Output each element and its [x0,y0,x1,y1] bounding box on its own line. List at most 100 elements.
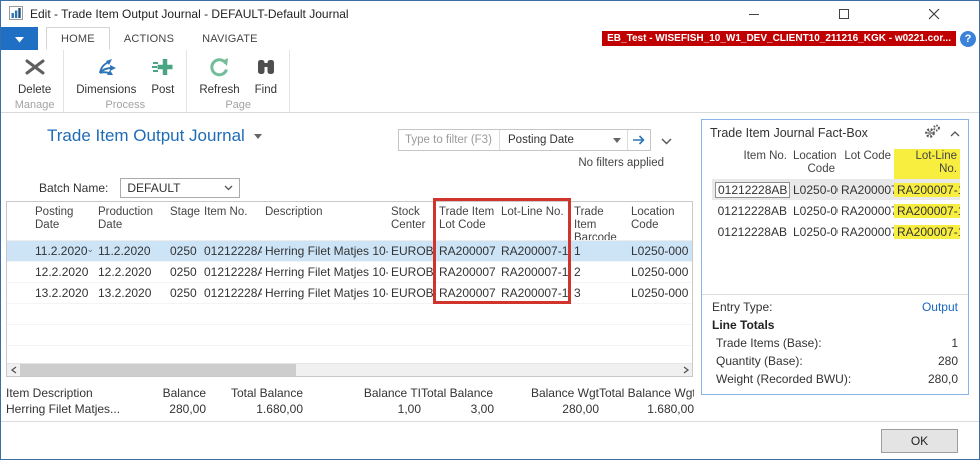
empty-row [7,304,692,325]
settings-gears-icon[interactable] [924,124,941,142]
list-item[interactable]: 01212228AB L0250-000 RA200007 RA200007-1… [712,179,960,200]
ribbon-group-page: Refresh Find Page [187,50,290,112]
col-trade-item-barcode[interactable]: Trade Item Barcode [571,206,628,240]
app-menu-button[interactable] [1,27,38,50]
ribbon-group-process: Dimensions Post Process [64,50,187,112]
list-item[interactable]: 01212228AB L0250-000 RA200007 RA200007-1… [712,221,960,242]
weight-recorded-label: Weight (Recorded BWU): [716,372,851,386]
factbox-panel: Trade Item Journal Fact-Box Item No. Loc… [701,119,969,395]
total-label: Balance Wgt [494,385,599,401]
dimensions-button[interactable]: Dimensions [69,54,143,98]
col-lot-line-no[interactable]: Lot-Line No. [498,206,571,240]
apply-filter-button[interactable] [627,130,650,150]
arrow-right-icon [633,135,646,145]
collapse-chevron-up-icon[interactable] [950,126,960,140]
filter-pane-chevron-icon[interactable] [661,134,672,148]
total-label: Total Balance Wgt [599,385,694,401]
col-item-no[interactable]: Item No. [201,206,262,240]
scroll-right-icon[interactable] [679,364,692,376]
group-label-manage: Manage [11,98,58,114]
table-row[interactable]: 12.2.2020 12.2.2020 0250 01212228AB Herr… [7,262,692,283]
post-plus-icon [152,56,174,81]
scroll-left-icon[interactable] [7,364,20,376]
total-label: Total Balance [206,385,303,401]
app-window: Edit - Trade Item Output Journal - DEFAU… [0,0,980,460]
totals-strip: Item Description Balance Total Balance B… [6,385,694,417]
refresh-button[interactable]: Refresh [192,54,246,98]
batch-name-label: Batch Name: [39,181,108,195]
col-location-code[interactable]: Location Code [628,206,692,240]
post-button[interactable]: Post [144,54,181,98]
batch-name-select[interactable]: DEFAULT [120,178,240,198]
filter-bar: Posting Date [398,129,651,151]
entry-type-label: Entry Type: [712,300,772,314]
tab-navigate[interactable]: NAVIGATE [188,27,272,50]
ok-button[interactable]: OK [881,429,958,453]
total-value: 1.680,00 [206,401,303,417]
col-trade-item-lot-code[interactable]: Trade Item Lot Code [436,206,498,240]
col-production-date[interactable]: Production Date [95,206,167,240]
binoculars-icon [255,56,277,81]
scrollbar-thumb[interactable] [20,364,296,376]
weight-recorded-value: 280,0 [928,372,958,386]
factbox-table: Item No. Location Code Lot Code Lot-Line… [702,146,968,242]
minimize-button[interactable] [709,1,799,27]
close-button[interactable] [889,1,979,27]
entry-type-value-link[interactable]: Output [922,300,958,314]
fb-col-location-code[interactable]: Location Code [790,149,838,179]
fb-col-lot-line-no[interactable]: Lot-Line No. [894,149,960,179]
total-value: 1,00 [303,401,421,417]
filter-field-caret-icon [613,138,621,143]
delete-button[interactable]: Delete [11,54,58,98]
list-item[interactable]: 01212228AB L0250-000 RA200007 RA200007-1… [712,200,960,221]
maximize-button[interactable] [799,1,889,27]
filter-field-select[interactable]: Posting Date [499,130,627,150]
total-label: Balance TI [303,385,421,401]
group-label-process: Process [69,98,181,114]
empty-row [7,325,692,346]
factbox-header-row: Item No. Location Code Lot Code Lot-Line… [712,149,960,179]
factbox-title: Trade Item Journal Fact-Box [710,126,868,140]
col-stock-center[interactable]: Stock Center [388,206,436,240]
horizontal-scrollbar[interactable] [7,363,692,376]
col-posting-date[interactable]: Posting Date [32,206,95,240]
total-value: 280,00 [494,401,599,417]
refresh-icon [208,56,230,81]
grid-header-row: Posting Date Production Date Stage Item … [7,202,692,241]
environment-badge: EB_Test - WISEFISH_10_W1_DEV_CLIENT10_21… [602,31,956,46]
fb-col-item-no[interactable]: Item No. [712,149,790,179]
trade-items-base-label: Trade Items (Base): [716,336,822,350]
filter-input[interactable] [399,130,499,150]
ribbon-tab-strip: HOME ACTIONS NAVIGATE EB_Test - WISEFISH… [1,27,979,50]
total-label: Total Balance TI [421,385,494,401]
quantity-base-value: 280 [938,354,958,368]
trade-items-base-value: 1 [951,336,958,350]
tab-home[interactable]: HOME [46,27,110,50]
total-value: 1.680,00 [599,401,694,417]
col-description[interactable]: Description [262,206,388,240]
table-row[interactable]: 13.2.2020 13.2.2020 0250 01212228AB Herr… [7,283,692,304]
delete-x-icon [24,56,46,81]
tab-actions[interactable]: ACTIONS [110,27,188,50]
batch-name-row: Batch Name: DEFAULT [39,178,240,198]
total-value: 280,00 [156,401,206,417]
row-selector-header [7,206,32,240]
window-title: Edit - Trade Item Output Journal - DEFAU… [30,7,349,21]
title-bar: Edit - Trade Item Output Journal - DEFAU… [1,1,979,27]
dimensions-arrows-icon [95,56,117,81]
find-button[interactable]: Find [248,54,284,98]
total-label: Item Description [6,385,156,401]
col-stage[interactable]: Stage [167,206,201,240]
line-totals-heading: Line Totals [712,318,774,332]
factbox-header: Trade Item Journal Fact-Box [702,120,968,146]
fb-col-lot-code[interactable]: Lot Code [838,149,894,179]
ribbon: Delete Manage Dimensions Post Process [1,50,979,113]
footer-divider [1,421,979,422]
total-label: Balance [156,385,206,401]
help-icon[interactable]: ? [960,31,976,47]
chevron-down-icon [88,248,93,254]
total-value: Herring Filet Matjes... [6,401,156,417]
quantity-base-label: Quantity (Base): [716,354,803,368]
table-row[interactable]: 11.2.2020 11.2.2020 0250 01212228AB Herr… [7,241,692,262]
page-title-caret-icon[interactable] [254,134,262,139]
